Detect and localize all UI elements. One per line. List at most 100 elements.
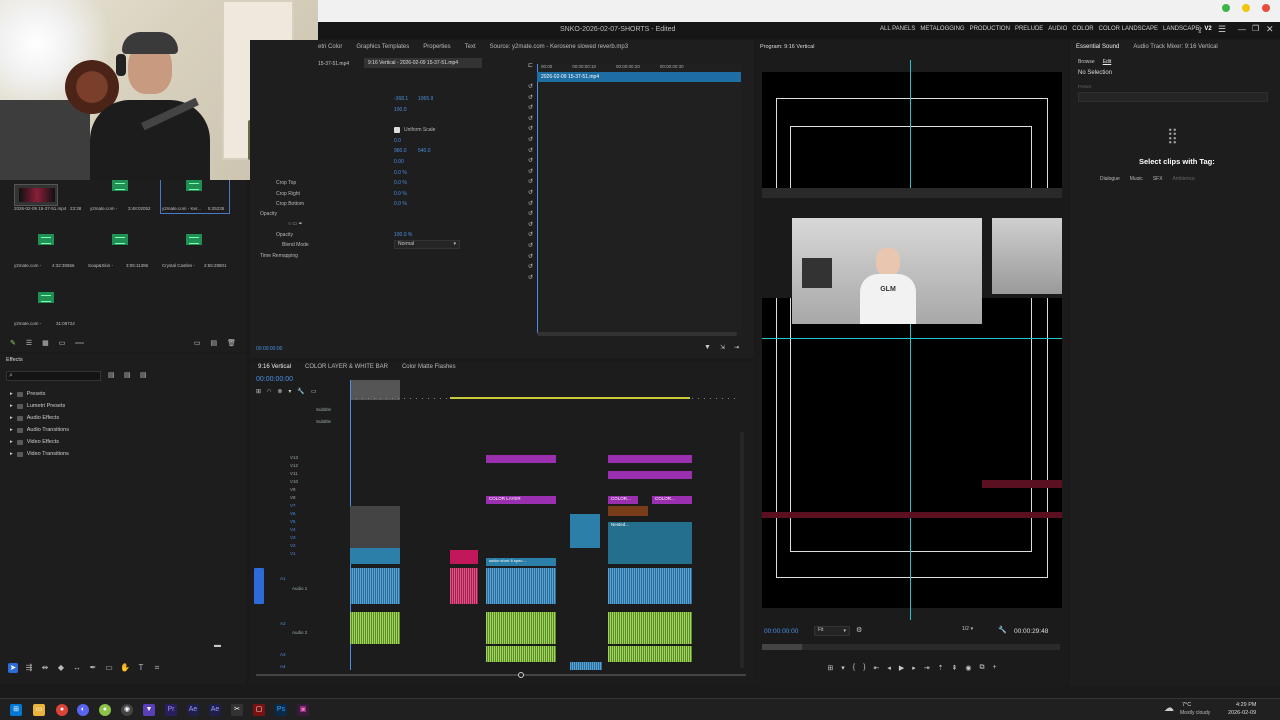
anchor-y-value[interactable]: 540.0 [418, 148, 431, 154]
clock-date[interactable]: 2026-02-09 [1228, 710, 1256, 716]
accelerated-effects-icon[interactable]: ▤ [108, 371, 115, 379]
reset-icon[interactable]: ↺ [528, 264, 534, 270]
preset-select[interactable] [1078, 92, 1268, 102]
list-view-icon[interactable]: ☰ [26, 339, 32, 347]
freeform-view-icon[interactable]: ▭ [59, 339, 66, 347]
reset-icon[interactable]: ↺ [528, 222, 534, 228]
effects-folder-lumetri[interactable]: ▸ Lumetri Presets [10, 403, 65, 409]
filter-icon[interactable]: ▼ [704, 344, 711, 351]
obs-icon[interactable]: ◉ [121, 704, 133, 716]
panel-menu-icon[interactable]: ⇥ [734, 344, 739, 351]
weather-icon[interactable]: ☁ [1164, 703, 1174, 714]
source-patch-a1[interactable] [254, 568, 264, 604]
wrench-icon[interactable]: 🔧 [998, 626, 1007, 634]
export-frame-icon[interactable]: ◉ [965, 664, 971, 676]
audio-clip-icon[interactable] [112, 234, 128, 245]
audio-clip-icon[interactable] [38, 292, 54, 303]
play-icon[interactable]: ▶ [899, 664, 904, 676]
audio-clip-icon[interactable] [186, 234, 202, 245]
reset-icon[interactable]: ↺ [528, 201, 534, 207]
reset-icon[interactable]: ↺ [528, 84, 534, 90]
tab-audio-track-mixer[interactable]: Audio Track Mixer: 9:16 Vertical [1133, 44, 1217, 50]
safe-margins-icon[interactable]: ⊞ [827, 664, 833, 676]
reset-icon[interactable]: ↺ [528, 190, 534, 196]
settings-icon[interactable]: ⚙ [856, 626, 862, 634]
maximize-icon[interactable]: ❐ [1252, 24, 1259, 33]
audio-clip[interactable] [486, 646, 556, 662]
audio-clip[interactable] [450, 568, 478, 604]
timeline-scrollbar[interactable] [256, 674, 746, 676]
razor-icon[interactable]: ◆ [56, 663, 66, 673]
start-icon[interactable]: ⊞ [10, 704, 22, 716]
reset-icon[interactable]: ↺ [528, 116, 534, 122]
color-layer-clip[interactable]: COLOR LAYER [486, 496, 556, 504]
ec-timecode[interactable]: 00:00:00:00 [256, 346, 282, 352]
photoshop-icon[interactable]: Ps [275, 704, 287, 716]
tab-text[interactable]: Text [465, 44, 476, 50]
selection-tool-icon[interactable]: ➤ [8, 663, 18, 673]
tab-properties[interactable]: Properties [423, 44, 450, 50]
32bit-effects-icon[interactable]: ▤ [124, 371, 131, 379]
export-frame-icon[interactable]: ⇲ [720, 344, 725, 351]
reset-icon[interactable]: ↺ [528, 275, 534, 281]
scrollbar-handle[interactable] [518, 672, 524, 678]
workspace-tab[interactable]: PRELUDE [1015, 26, 1043, 32]
timeline-ruler[interactable] [350, 380, 740, 400]
crop-right-value[interactable]: 0.0 % [394, 191, 407, 197]
clock-time[interactable]: 4:29 PM [1236, 702, 1256, 708]
anchor-x-value[interactable]: 960.0 [394, 148, 407, 154]
discord-icon[interactable]: ◐ [77, 704, 89, 716]
capcut-icon[interactable]: ✂ [231, 704, 243, 716]
crop-bottom-value[interactable]: 0.0 % [394, 201, 407, 207]
effects-search-input[interactable]: ⌕ [6, 371, 101, 381]
tag-sfx[interactable]: SFX [1153, 176, 1163, 182]
ec-clip-bar[interactable]: 2026-02-09 15-37-51.mp4 [537, 72, 741, 82]
audio-clip[interactable] [608, 568, 692, 604]
after-effects-icon[interactable]: Ae [187, 704, 199, 716]
reset-icon[interactable]: ↺ [528, 137, 534, 143]
reset-icon[interactable]: ↺ [528, 254, 534, 260]
crop-top-value[interactable]: 0.0 % [394, 180, 407, 186]
tab-graphics-templates[interactable]: Graphics Templates [356, 44, 409, 50]
clip-tab[interactable]: 15-37-51.mp4 [318, 61, 349, 67]
icon-view-icon[interactable]: ▦ [42, 339, 49, 347]
ec-playhead[interactable] [537, 64, 538, 334]
hand-tool-icon[interactable]: ✋ [120, 663, 130, 673]
tag-dialogue[interactable]: Dialogue [1100, 176, 1120, 182]
minimize-icon[interactable]: — [1238, 25, 1246, 34]
tab-sequence[interactable]: COLOR LAYER & WHITE BAR [305, 364, 388, 370]
video-clip[interactable] [350, 548, 400, 564]
effects-folder-audio-effects[interactable]: ▸ Audio Effects [10, 415, 59, 421]
workspace-tab[interactable]: PRODUCTION [970, 26, 1010, 32]
add-button-icon[interactable]: + [993, 664, 997, 676]
tag-music[interactable]: Music [1130, 176, 1143, 182]
window-dot-icon[interactable] [1242, 4, 1250, 12]
fit-select[interactable]: Fit ▾ [814, 626, 850, 636]
source-label[interactable]: Source: y2mate.com - Kerosene slowed rev… [490, 44, 628, 50]
clip-tab-active[interactable]: 9:16 Vertical - 2026-02-09 15-37-51.mp4 [364, 58, 482, 68]
opacity-value[interactable]: 100.0 % [394, 232, 412, 238]
app-icon[interactable]: ▢ [253, 704, 265, 716]
video-clip[interactable] [608, 506, 648, 516]
program-timecode[interactable]: 00:00:00:00 [764, 628, 798, 635]
audio-clip-icon[interactable] [38, 234, 54, 245]
ruler-icon[interactable]: ⊏ [528, 62, 533, 69]
reset-icon[interactable]: ↺ [528, 126, 534, 132]
tab-browse[interactable]: Browse [1078, 59, 1095, 65]
audio-clip-icon[interactable] [112, 180, 128, 191]
caption-tool-icon[interactable]: ⌗ [152, 663, 162, 673]
workspace-tab-active[interactable]: V2 [1204, 26, 1211, 32]
close-icon[interactable]: ✕ [1266, 24, 1274, 35]
position-x-value[interactable]: -368.1 [394, 96, 408, 102]
app-icon[interactable]: ● [99, 704, 111, 716]
in-point-icon[interactable]: { [853, 664, 855, 676]
tab-lumetri-color[interactable]: etri Color [318, 44, 342, 50]
mask-tools[interactable]: ○ ▭ ✒ [288, 221, 303, 227]
flicker-value[interactable]: 0.00 [394, 159, 404, 165]
audio-clip[interactable] [608, 646, 692, 662]
reset-icon[interactable]: ↺ [528, 243, 534, 249]
nested-clip[interactable]: Nested... [608, 522, 692, 564]
share-icon[interactable]: ⇪ [1196, 25, 1204, 36]
comparison-icon[interactable]: ⧉ [980, 664, 985, 676]
track-select-icon[interactable]: ⇶ [24, 663, 34, 673]
